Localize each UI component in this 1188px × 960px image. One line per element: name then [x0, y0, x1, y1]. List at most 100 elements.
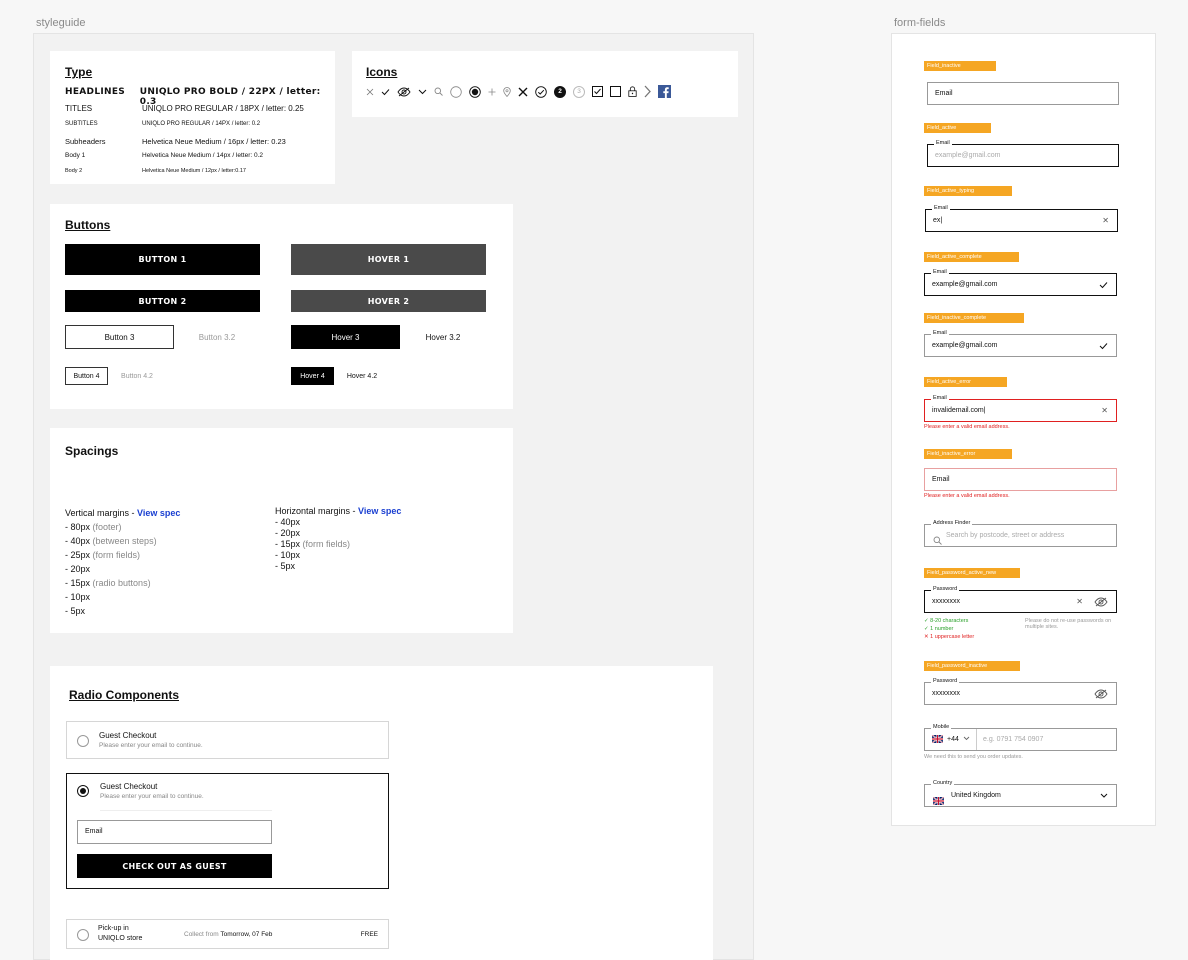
button-3-2[interactable]: Button 3.2: [174, 325, 260, 349]
password-field-active[interactable]: Password xxxxxxxx ✕: [924, 586, 1117, 613]
step-number: 3: [577, 87, 581, 95]
radio-option-pickup[interactable]: Pick-up in UNIQLO store Collect from Tom…: [66, 919, 389, 949]
email-field-inactive[interactable]: Email: [927, 82, 1119, 105]
tag-field-inactive-error: Field_inactive_error: [924, 449, 1012, 459]
facebook-icon: [658, 85, 671, 98]
eye-off-icon[interactable]: [1094, 591, 1108, 612]
radio-off-icon[interactable]: [77, 735, 89, 747]
buttons-card: Buttons BUTTON 1 HOVER 1 BUTTON 2 HOVER …: [50, 204, 513, 409]
uk-flag-icon: [932, 792, 945, 810]
list-item: - 10px: [275, 550, 301, 560]
list-item: - 15px (form fields): [275, 539, 351, 549]
type-label: Body 1: [65, 152, 86, 159]
radio-option-title: Guest Checkout: [99, 731, 157, 740]
eye-off-icon: [397, 87, 411, 97]
radio-on-icon: [469, 85, 481, 98]
radio-on-icon[interactable]: [77, 785, 89, 797]
type-spec: UNIQLO PRO REGULAR / 14PX / letter: 0.2: [142, 121, 261, 127]
checkbox-checked-icon: [592, 86, 603, 97]
email-field-label: Email: [932, 476, 950, 483]
country-code: +44: [947, 736, 959, 743]
tag-field-active: Field_active: [924, 123, 991, 133]
radio-option-subtitle: Please enter your email to continue.: [99, 742, 203, 749]
hover-4-button[interactable]: Hover 4: [291, 367, 334, 385]
type-row-body2: Body 2 Helvetica Neue Medium / 12px / le…: [65, 168, 246, 174]
hover-3-2-button[interactable]: Hover 3.2: [400, 325, 486, 349]
styleguide-frame-label: styleguide: [36, 17, 86, 29]
button-1[interactable]: BUTTON 1: [65, 244, 260, 275]
hover-1-button[interactable]: HOVER 1: [291, 244, 486, 275]
radio-option-guest-inactive[interactable]: Guest Checkout Please enter your email t…: [66, 721, 389, 759]
button-3[interactable]: Button 3: [65, 325, 174, 349]
plus-icon: [488, 88, 496, 96]
tag-field-inactive-complete: Field_inactive_complete: [924, 313, 1024, 323]
country-value: United Kingdom: [951, 792, 1001, 799]
close-bold-icon: [518, 87, 528, 97]
chevron-right-icon: [644, 85, 651, 98]
check-icon: [1099, 274, 1108, 295]
email-field[interactable]: Email: [77, 820, 272, 844]
button-4-2[interactable]: Button 4.2: [112, 367, 162, 385]
chevron-down-icon: [963, 736, 970, 743]
list-item: - 25px (form fields): [65, 550, 141, 560]
hover-4-2-button[interactable]: Hover 4.2: [338, 367, 386, 385]
list-item: - 40px (between steps): [65, 536, 157, 546]
clear-icon[interactable]: ✕: [1076, 591, 1083, 612]
password-rule-number: ✓ 1 number: [924, 626, 954, 632]
pin-icon: [503, 86, 511, 97]
country-code-select[interactable]: +44: [925, 729, 977, 750]
clear-icon[interactable]: ✕: [1101, 400, 1108, 421]
type-row-titles: TITLES UNIQLO PRO REGULAR / 18PX / lette…: [65, 104, 304, 113]
formfields-frame-label: form-fields: [894, 17, 946, 29]
checkout-as-guest-button[interactable]: CHECK OUT AS GUEST: [77, 854, 272, 878]
chevron-down-icon[interactable]: [1100, 785, 1108, 806]
email-field-placeholder: example@gmail.com: [935, 152, 1001, 159]
error-message: Please enter a valid email address.: [924, 493, 1010, 499]
check-icon: [1099, 335, 1108, 356]
list-item: - 40px: [275, 517, 301, 527]
horizontal-view-spec-link[interactable]: View spec: [358, 506, 401, 516]
step-2-icon: 2: [554, 85, 566, 98]
email-field-inactive-error[interactable]: Email: [924, 468, 1117, 491]
vertical-view-spec-link[interactable]: View spec: [137, 508, 180, 518]
type-card: Type HEADLINES UNIQLO PRO BOLD / 22PX / …: [50, 51, 335, 184]
email-field-active-complete[interactable]: Email example@gmail.com: [924, 269, 1117, 296]
radio-off-icon: [450, 85, 462, 98]
email-field-inactive-complete[interactable]: Email example@gmail.com: [924, 330, 1117, 357]
spacings-heading: Spacings: [65, 444, 119, 458]
hover-3-button[interactable]: Hover 3: [291, 325, 400, 349]
country-select[interactable]: Country United Kingdom: [924, 780, 1117, 810]
type-row-subheaders: Subheaders Helvetica Neue Medium / 16px …: [65, 137, 286, 146]
buttons-heading: Buttons: [65, 218, 111, 232]
email-field-active[interactable]: Email example@gmail.com: [927, 140, 1119, 167]
pickup-line2: UNIQLO store: [98, 935, 143, 942]
clear-icon[interactable]: ✕: [1102, 210, 1109, 231]
checkbox-empty-icon: [610, 86, 621, 97]
mobile-field[interactable]: Mobile +44 e.g. 0791 754 0907: [924, 724, 1117, 751]
email-field-value: example@gmail.com: [932, 342, 998, 349]
button-2[interactable]: BUTTON 2: [65, 290, 260, 312]
password-field-inactive[interactable]: Password xxxxxxxx: [924, 678, 1117, 705]
icons-card: Icons 2 3: [352, 51, 738, 117]
type-row-body1: Body 1 Helvetica Neue Medium / 14px / le…: [65, 152, 263, 159]
tag-field-active-complete: Field_active_complete: [924, 252, 1019, 262]
button-4[interactable]: Button 4: [65, 367, 108, 385]
type-spec: UNIQLO PRO REGULAR / 18PX / letter: 0.25: [142, 104, 304, 113]
list-item: - 5px: [65, 606, 86, 616]
hover-2-button[interactable]: HOVER 2: [291, 290, 486, 312]
email-field-typing[interactable]: Email ex| ✕: [925, 205, 1118, 232]
address-placeholder: Search by postcode, street or address: [946, 532, 1065, 539]
list-item: - 80px (footer): [65, 522, 122, 532]
radio-heading: Radio Components: [69, 688, 179, 702]
address-finder-field[interactable]: Address Finder Search by postcode, stree…: [924, 520, 1117, 547]
list-item: - 10px: [65, 592, 91, 602]
eye-off-icon[interactable]: [1094, 683, 1108, 704]
type-label: TITLES: [65, 104, 93, 113]
type-row-subtitles: SUBTITLES UNIQLO PRO REGULAR / 14PX / le…: [65, 121, 260, 127]
password-rule-length: ✓ 8-20 characters: [924, 618, 969, 624]
email-field-active-error[interactable]: Email invalidemail.com| ✕: [924, 395, 1117, 422]
radio-option-guest-active[interactable]: Guest Checkout Please enter your email t…: [66, 773, 389, 889]
password-rule-uppercase: ✕ 1 uppercase letter: [924, 634, 975, 640]
type-spec: Helvetica Neue Medium / 12px / letter:0.…: [142, 168, 246, 174]
radio-off-icon[interactable]: [77, 929, 89, 941]
